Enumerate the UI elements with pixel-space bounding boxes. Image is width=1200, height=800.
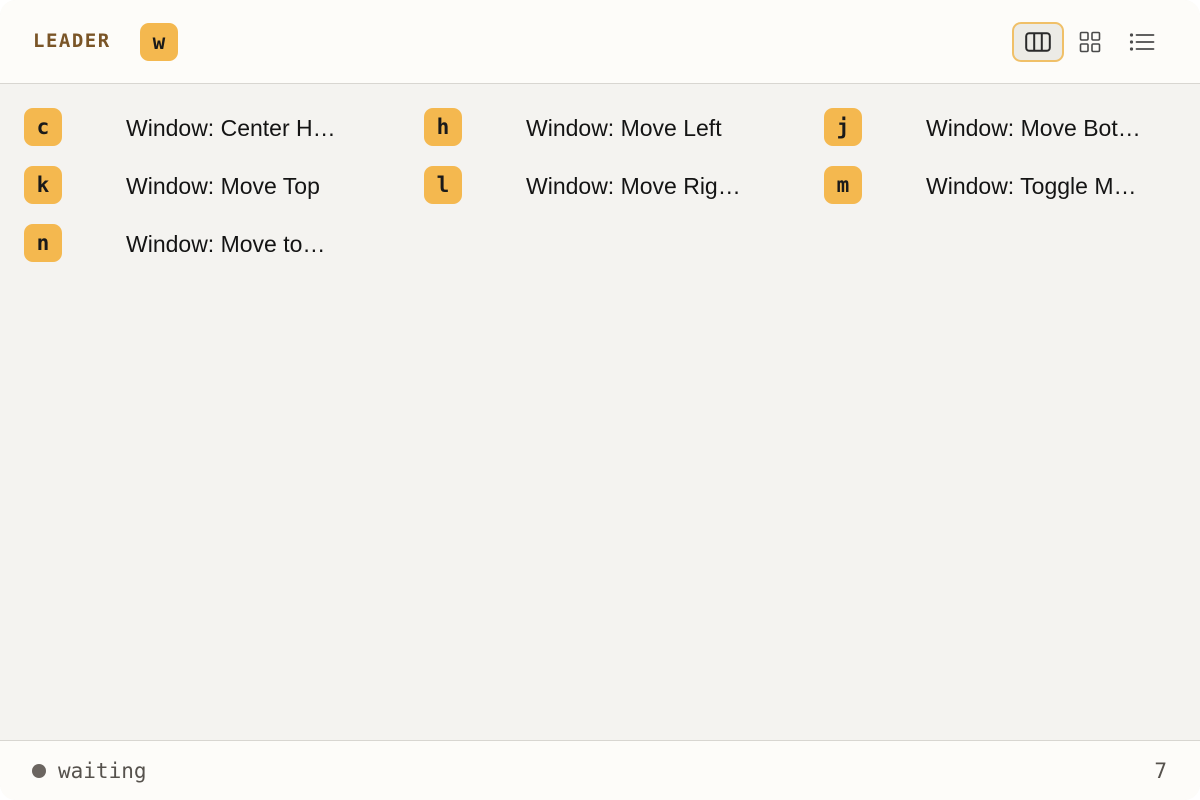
columns-icon — [1025, 32, 1051, 52]
binding-count: 7 — [1154, 759, 1167, 783]
list-icon — [1129, 33, 1155, 51]
keybinding-grid: c Window: Center H… h Window: Move Left … — [0, 85, 1200, 740]
keybinding-label: Window: Center H… — [126, 115, 336, 141]
keybinding-item[interactable]: m Window: Toggle M… — [824, 166, 1164, 206]
status-indicator-icon — [32, 764, 46, 778]
keybinding-label: Window: Move to… — [126, 231, 326, 257]
status-bar: waiting 7 — [0, 740, 1200, 800]
key-badge: l — [424, 166, 462, 204]
which-key-window: LEADER w c Window: Center H… h Window: M… — [0, 0, 1200, 800]
leader-label: LEADER — [33, 30, 111, 52]
columns-view-button[interactable] — [1012, 22, 1064, 62]
keybinding-label: Window: Toggle M… — [926, 173, 1137, 199]
keybinding-item[interactable]: j Window: Move Bot… — [824, 108, 1164, 148]
leader-key-badge: w — [140, 23, 178, 61]
grid-icon — [1079, 31, 1101, 53]
keybinding-label: Window: Move Top — [126, 173, 320, 199]
keybinding-item[interactable]: h Window: Move Left — [424, 108, 764, 148]
keybinding-item[interactable]: l Window: Move Rig… — [424, 166, 764, 206]
grid-view-button[interactable] — [1064, 22, 1116, 62]
key-badge: j — [824, 108, 862, 146]
keybinding-item[interactable]: k Window: Move Top — [24, 166, 364, 206]
keybinding-item[interactable]: n Window: Move to… — [24, 224, 364, 264]
status-text: waiting — [58, 759, 147, 783]
list-view-button[interactable] — [1116, 22, 1168, 62]
keybinding-item[interactable]: c Window: Center H… — [24, 108, 364, 148]
keybinding-label: Window: Move Bot… — [926, 115, 1141, 141]
key-badge: h — [424, 108, 462, 146]
header-bar: LEADER w — [0, 0, 1200, 84]
key-badge: c — [24, 108, 62, 146]
key-badge: n — [24, 224, 62, 262]
keybinding-label: Window: Move Rig… — [526, 173, 741, 199]
key-badge: k — [24, 166, 62, 204]
key-badge: m — [824, 166, 862, 204]
keybinding-label: Window: Move Left — [526, 115, 722, 141]
